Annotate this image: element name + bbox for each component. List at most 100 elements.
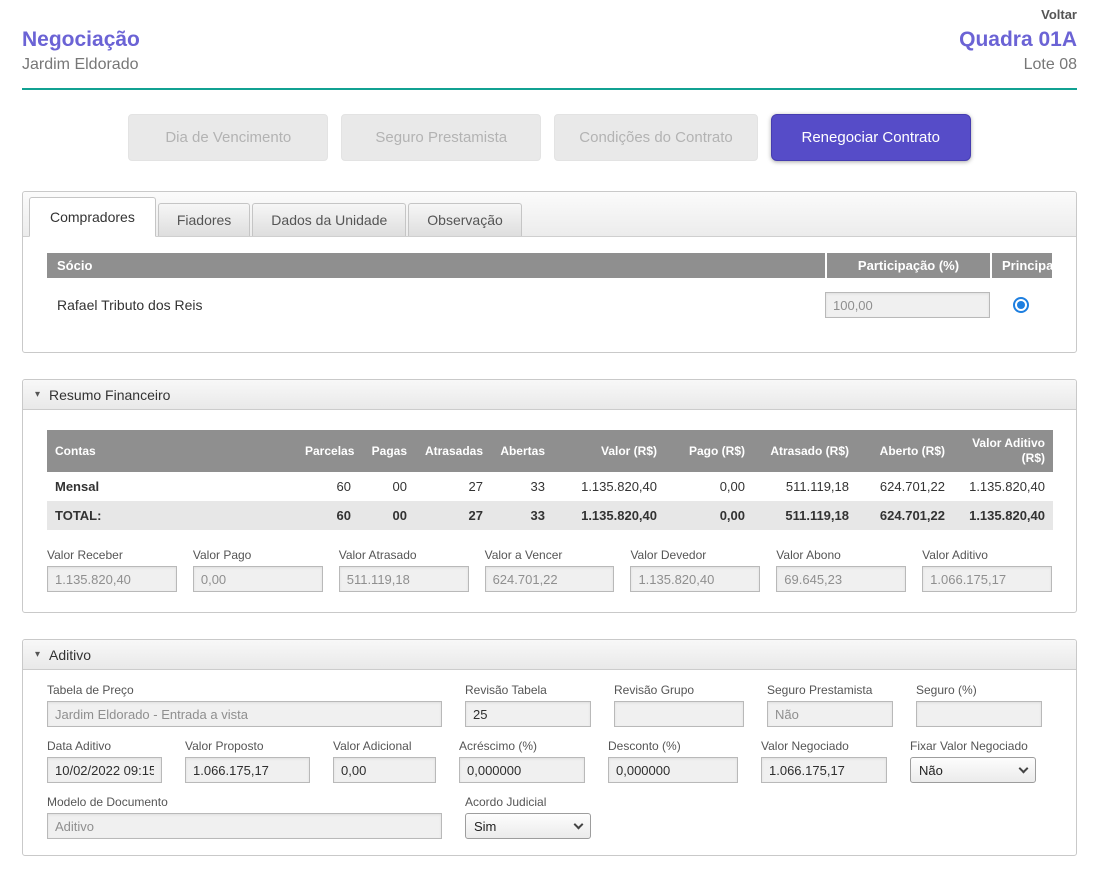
valor-proposto-input[interactable] <box>185 757 310 783</box>
cell-atrasado: 511.119,18 <box>753 472 857 501</box>
cell-pago: 0,00 <box>665 501 753 530</box>
tab-dados-unidade[interactable]: Dados da Unidade <box>252 203 406 236</box>
valor-receber-label: Valor Receber <box>47 548 177 562</box>
fin-col-atrasadas: Atrasadas <box>415 430 491 472</box>
valor-adicional-input[interactable] <box>333 757 436 783</box>
cell-atrasadas: 27 <box>415 472 491 501</box>
financial-row-mensal: Mensal 60 00 27 33 1.135.820,40 0,00 511… <box>47 472 1053 501</box>
renegociar-contrato-button[interactable]: Renegociar Contrato <box>771 114 971 161</box>
modelo-documento-input[interactable] <box>47 813 442 839</box>
acordo-judicial-select[interactable]: Sim <box>465 813 591 839</box>
seguro-prestamista-input[interactable] <box>767 701 893 727</box>
page-title: Negociação <box>22 28 140 52</box>
financial-table-header: Contas Parcelas Pagas Atrasadas Abertas … <box>47 430 1053 472</box>
valor-proposto-label: Valor Proposto <box>185 739 310 753</box>
col-header-participacao: Participação (%) <box>825 253 990 278</box>
buyer-row: Rafael Tributo dos Reis <box>47 278 1052 330</box>
aditivo-content: Tabela de Preço Revisão Tabela Revisão G… <box>23 670 1076 855</box>
revisao-grupo-input[interactable] <box>614 701 744 727</box>
header-left: Negociação Jardim Eldorado <box>22 28 140 74</box>
data-aditivo-input[interactable] <box>47 757 162 783</box>
valor-a-vencer-label: Valor a Vencer <box>485 548 615 562</box>
valor-atrasado-label: Valor Atrasado <box>339 548 469 562</box>
tab-compradores[interactable]: Compradores <box>29 197 156 237</box>
valor-aditivo-label: Valor Aditivo <box>922 548 1052 562</box>
valor-aditivo-input[interactable] <box>922 566 1052 592</box>
col-header-principal: Principal <box>990 253 1052 278</box>
header-right: Quadra 01A Lote 08 <box>959 28 1077 74</box>
valor-negociado-input[interactable] <box>761 757 887 783</box>
resumo-financeiro-panel: ▾ Resumo Financeiro Contas Parcelas Paga… <box>22 379 1077 613</box>
fin-col-parcelas: Parcelas <box>297 430 359 472</box>
acrescimo-pct-label: Acréscimo (%) <box>459 739 585 753</box>
desconto-pct-input[interactable] <box>608 757 738 783</box>
fixar-valor-negociado-select[interactable]: Não <box>910 757 1036 783</box>
valor-devedor-input[interactable] <box>630 566 760 592</box>
resumo-financeiro-header[interactable]: ▾ Resumo Financeiro <box>23 380 1076 410</box>
buyers-table: Sócio Participação (%) Principal Rafael … <box>47 253 1052 330</box>
acordo-judicial-label: Acordo Judicial <box>465 795 591 809</box>
aditivo-row-3: Modelo de Documento Acordo Judicial Sim <box>47 795 1052 839</box>
seguro-pct-label: Seguro (%) <box>916 683 1042 697</box>
fin-col-abertas: Abertas <box>491 430 553 472</box>
financial-summary-fields: Valor Receber Valor Pago Valor Atrasado … <box>47 548 1052 592</box>
chevron-down-icon <box>1019 763 1029 773</box>
cell-abertas: 33 <box>491 501 553 530</box>
collapse-arrow-icon: ▾ <box>35 390 40 400</box>
valor-a-vencer-input[interactable] <box>485 566 615 592</box>
back-link[interactable]: Voltar <box>1041 7 1077 22</box>
buyer-name: Rafael Tributo dos Reis <box>47 297 825 313</box>
resumo-financeiro-title: Resumo Financeiro <box>49 387 170 403</box>
seguro-prestamista-label: Seguro Prestamista <box>767 683 893 697</box>
desconto-pct-label: Desconto (%) <box>608 739 738 753</box>
cell-valor: 1.135.820,40 <box>553 472 665 501</box>
lot-label: Lote 08 <box>959 56 1077 74</box>
cell-valor: 1.135.820,40 <box>553 501 665 530</box>
tab-strip: Compradores Fiadores Dados da Unidade Ob… <box>23 192 1076 237</box>
cell-conta: Mensal <box>47 472 297 501</box>
tabs-panel: Compradores Fiadores Dados da Unidade Ob… <box>22 191 1077 353</box>
cell-aberto: 624.701,22 <box>857 472 953 501</box>
revisao-tabela-label: Revisão Tabela <box>465 683 591 697</box>
seguro-prestamista-button[interactable]: Seguro Prestamista <box>341 114 541 161</box>
condicoes-contrato-button[interactable]: Condições do Contrato <box>554 114 757 161</box>
fin-col-atrasado: Atrasado (R$) <box>753 430 857 472</box>
valor-atrasado-input[interactable] <box>339 566 469 592</box>
valor-receber-input[interactable] <box>47 566 177 592</box>
principal-radio[interactable] <box>1013 297 1029 313</box>
seguro-pct-input[interactable] <box>916 701 1042 727</box>
topbar: Voltar <box>22 0 1077 26</box>
resumo-financeiro-content: Contas Parcelas Pagas Atrasadas Abertas … <box>23 410 1076 612</box>
cell-pago: 0,00 <box>665 472 753 501</box>
compradores-tab-content: Sócio Participação (%) Principal Rafael … <box>23 237 1076 352</box>
action-buttons: Dia de Vencimento Seguro Prestamista Con… <box>22 114 1077 161</box>
tabela-preco-input[interactable] <box>47 701 442 727</box>
tab-fiadores[interactable]: Fiadores <box>158 203 250 236</box>
col-header-socio: Sócio <box>47 253 825 278</box>
cell-atrasado: 511.119,18 <box>753 501 857 530</box>
acrescimo-pct-input[interactable] <box>459 757 585 783</box>
buyers-table-header: Sócio Participação (%) Principal <box>47 253 1052 278</box>
dia-vencimento-button[interactable]: Dia de Vencimento <box>128 114 328 161</box>
collapse-arrow-icon: ▾ <box>35 650 40 660</box>
aditivo-header[interactable]: ▾ Aditivo <box>23 640 1076 670</box>
cell-pagas: 00 <box>359 472 415 501</box>
cell-valor-aditivo: 1.135.820,40 <box>953 472 1053 501</box>
acordo-judicial-value: Sim <box>474 819 496 834</box>
page-header: Negociação Jardim Eldorado Quadra 01A Lo… <box>22 26 1077 90</box>
valor-pago-input[interactable] <box>193 566 323 592</box>
block-label: Quadra 01A <box>959 28 1077 52</box>
fin-col-valor-aditivo: Valor Aditivo (R$) <box>953 430 1053 472</box>
valor-abono-input[interactable] <box>776 566 906 592</box>
participation-input[interactable] <box>825 292 990 318</box>
fin-col-pago: Pago (R$) <box>665 430 753 472</box>
tab-observacao[interactable]: Observação <box>408 203 521 236</box>
valor-devedor-label: Valor Devedor <box>630 548 760 562</box>
chevron-down-icon <box>574 819 584 829</box>
revisao-tabela-input[interactable] <box>465 701 591 727</box>
fin-col-pagas: Pagas <box>359 430 415 472</box>
aditivo-panel: ▾ Aditivo Tabela de Preço Revisão Tabela… <box>22 639 1077 856</box>
fin-col-aberto: Aberto (R$) <box>857 430 953 472</box>
fin-col-contas: Contas <box>47 430 297 472</box>
cell-pagas: 00 <box>359 501 415 530</box>
